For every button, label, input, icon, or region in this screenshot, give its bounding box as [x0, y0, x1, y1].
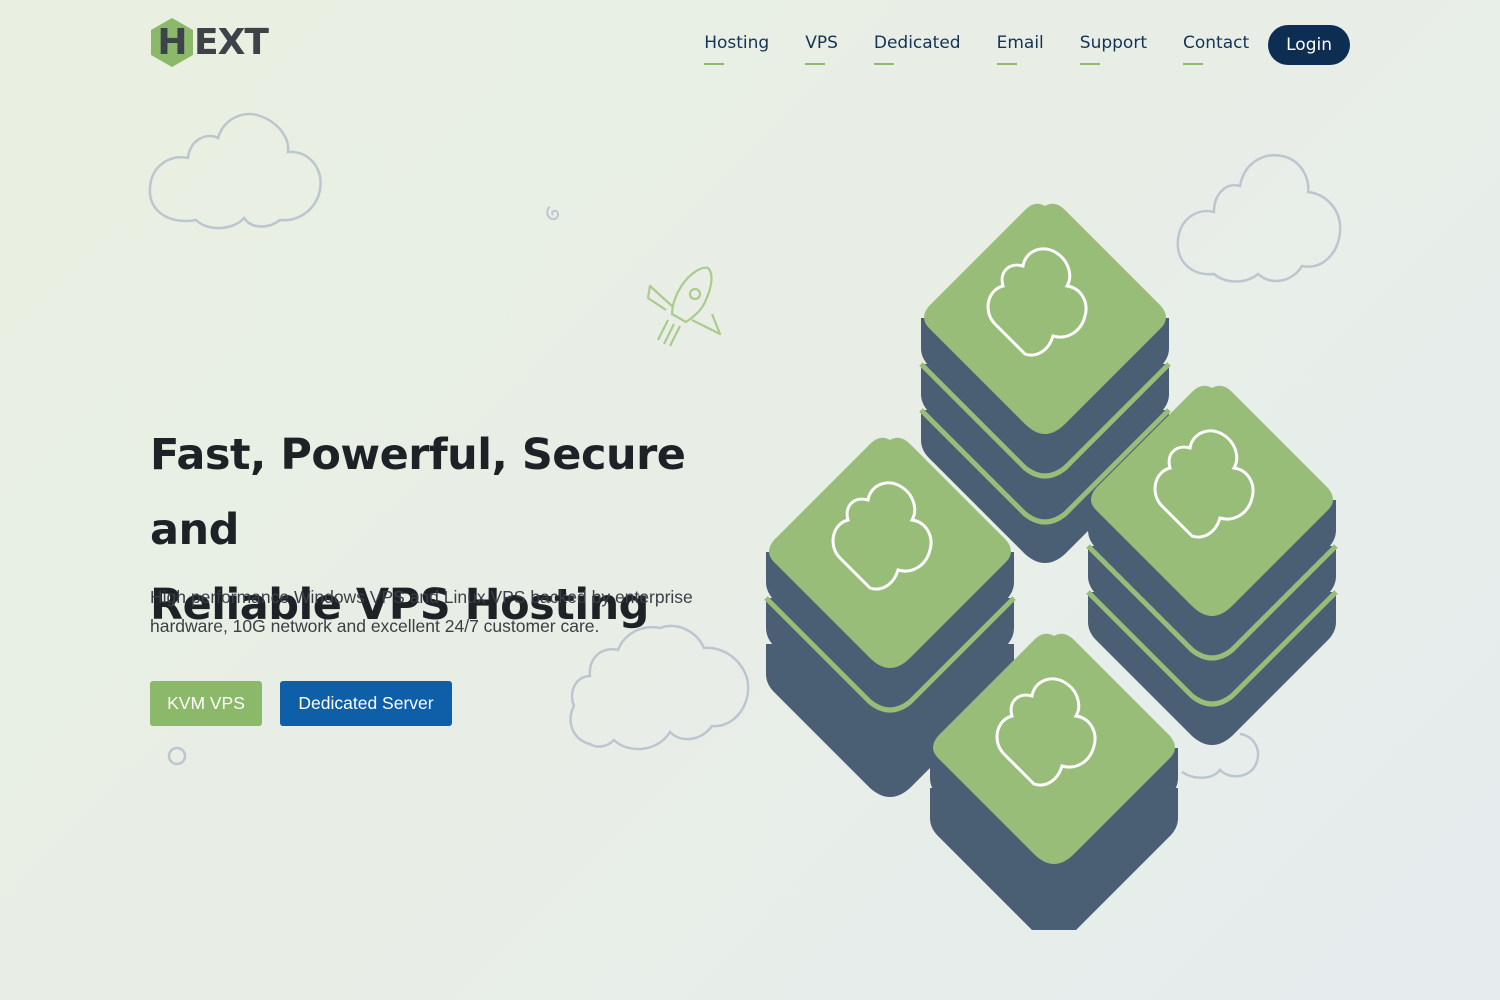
hext-logo[interactable]: H EXT — [150, 17, 270, 69]
nav-contact[interactable]: Contact — [1182, 33, 1249, 65]
swirl-icon — [546, 206, 560, 221]
nav-support[interactable]: Support — [1079, 33, 1147, 65]
site-header: H EXT Hosting VPS Dedicated Email Support… — [0, 0, 1500, 90]
login-button[interactable]: Login — [1268, 24, 1350, 65]
circle-bubble-icon — [167, 746, 187, 766]
nav-dedicated[interactable]: Dedicated — [873, 33, 961, 65]
logo-wordmark: H EXT — [150, 23, 268, 63]
headline-line-1: Fast, Powerful, Secure and — [150, 430, 686, 555]
logo-letter-h: H — [157, 22, 187, 63]
nav-hosting[interactable]: Hosting — [704, 33, 769, 65]
server-stack-illustration — [764, 203, 1338, 930]
logo-text: EXT — [194, 22, 269, 63]
main-nav: Hosting VPS Dedicated Email Support Cont… — [704, 24, 1350, 65]
hero-description: High performance Windows VPS and Linux V… — [150, 587, 693, 636]
rocket-icon — [646, 266, 722, 347]
cloud-icon — [148, 112, 322, 230]
nav-vps[interactable]: VPS — [805, 33, 838, 65]
kvm-vps-button[interactable]: KVM VPS — [150, 681, 262, 726]
nav-email[interactable]: Email — [996, 33, 1044, 65]
dedicated-server-button[interactable]: Dedicated Server — [280, 681, 452, 726]
